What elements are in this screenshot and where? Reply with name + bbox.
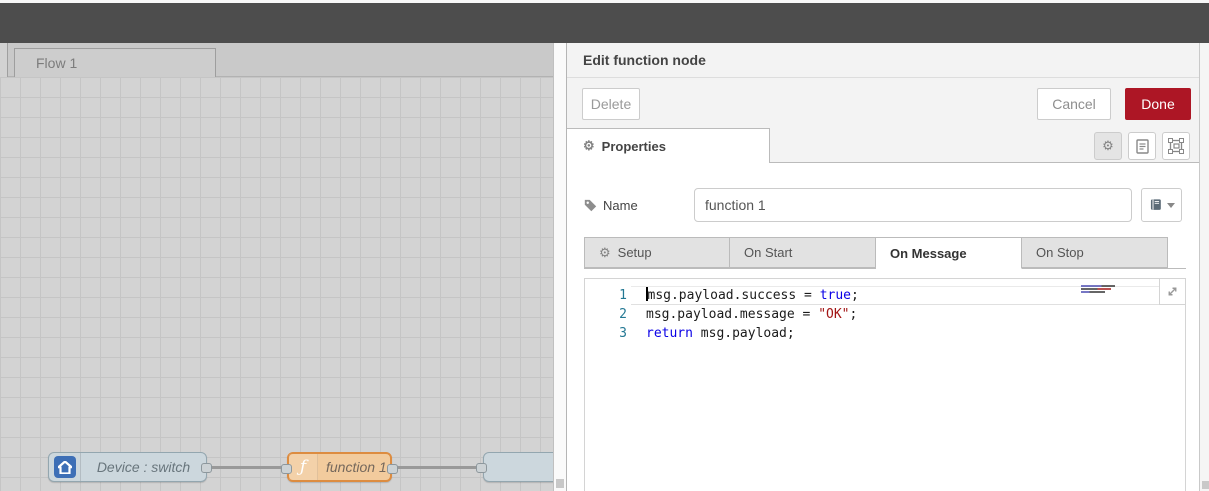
- line-number: 2: [619, 307, 627, 322]
- code-line[interactable]: 3 return msg.payload;: [585, 324, 1185, 343]
- app-header-bar: [0, 3, 1209, 43]
- flow-canvas[interactable]: Device : switch ƒ function 1 respon: [0, 77, 553, 491]
- document-icon: [1135, 138, 1149, 154]
- description-view-button[interactable]: [1128, 132, 1156, 160]
- label-options-button[interactable]: [1141, 188, 1182, 222]
- code-text: return msg.payload;: [646, 326, 795, 341]
- canvas-scrollbar[interactable]: [553, 43, 566, 491]
- node-function-1[interactable]: ƒ function 1: [281, 452, 398, 482]
- name-input[interactable]: [694, 188, 1132, 222]
- editor-tab-row: ⚙ Properties ⚙: [567, 128, 1209, 163]
- tab-on-start[interactable]: On Start: [730, 237, 876, 268]
- cancel-button[interactable]: Cancel: [1037, 88, 1111, 120]
- tab-on-message[interactable]: On Message: [876, 237, 1022, 269]
- gear-icon: ⚙: [583, 138, 595, 153]
- name-label: Name: [584, 188, 638, 222]
- expand-icon: [1168, 287, 1177, 296]
- expand-editor-button[interactable]: [1159, 279, 1185, 305]
- flow-tab-label: Flow 1: [36, 55, 78, 71]
- tray-title: Edit function node: [567, 43, 1209, 78]
- output-port[interactable]: [387, 464, 398, 474]
- node-device-switch[interactable]: Device : switch: [48, 452, 212, 482]
- tray-body: Name ⚙ Setup On Start On Message: [567, 163, 1199, 491]
- wire-device-to-function[interactable]: [210, 466, 289, 469]
- palette-edge: [0, 43, 8, 77]
- input-port[interactable]: [476, 463, 487, 473]
- code-text: msg.payload.message = "OK";: [646, 307, 858, 322]
- book-icon: [1150, 199, 1161, 210]
- function-tabs: ⚙ Setup On Start On Message On Stop: [584, 237, 1186, 269]
- tag-icon: [584, 199, 597, 211]
- canvas-scrollbar-thumb[interactable]: [556, 479, 564, 488]
- gear-icon: ⚙: [1102, 138, 1114, 153]
- name-row: Name: [567, 188, 1199, 222]
- node-label: Device : switch: [96, 459, 191, 475]
- line-number: 3: [619, 326, 627, 341]
- delete-button[interactable]: Delete: [582, 88, 640, 120]
- function-icon-box: ƒ: [289, 454, 318, 480]
- input-port[interactable]: [281, 464, 292, 474]
- code-line[interactable]: 2 msg.payload.message = "OK";: [585, 305, 1185, 324]
- tray-scrollbar-thumb[interactable]: [1202, 481, 1209, 489]
- output-port[interactable]: [201, 463, 212, 473]
- done-button[interactable]: Done: [1125, 88, 1191, 120]
- appearance-view-button[interactable]: [1162, 132, 1190, 160]
- editor-minimap[interactable]: [1081, 285, 1117, 299]
- line-number: 1: [619, 288, 627, 303]
- node-label: respon: [484, 453, 553, 481]
- node-response[interactable]: respon: [476, 452, 553, 482]
- tab-on-stop[interactable]: On Stop: [1022, 237, 1168, 268]
- tray-scrollbar[interactable]: [1199, 43, 1209, 491]
- function-f-icon: ƒ: [299, 456, 307, 477]
- tray-toolbar: Delete Cancel Done: [567, 78, 1209, 128]
- node-label: function 1: [326, 459, 387, 475]
- gear-icon: ⚙: [599, 244, 611, 260]
- node-red-app: Flow 1 Device : switch ƒ function 1 Edit…: [0, 0, 1209, 491]
- properties-view-button[interactable]: ⚙: [1094, 132, 1122, 160]
- properties-tab-label: Properties: [601, 138, 666, 154]
- tab-setup[interactable]: ⚙ Setup: [584, 237, 730, 268]
- flow-tabbar: Flow 1: [0, 43, 553, 77]
- tab-properties[interactable]: ⚙ Properties: [567, 128, 770, 163]
- wire-function-to-response[interactable]: [395, 466, 479, 469]
- flow-workspace[interactable]: Flow 1 Device : switch ƒ function 1: [0, 43, 553, 491]
- device-icon-box: [49, 453, 81, 481]
- appearance-icon: [1168, 138, 1184, 154]
- home-icon: [53, 456, 76, 478]
- flow-tab[interactable]: Flow 1: [14, 48, 216, 77]
- code-editor[interactable]: 1 msg.payload.success = true; 2 msg.payload…: [584, 278, 1186, 491]
- chevron-down-icon: [1166, 202, 1175, 208]
- edit-tray: Edit function node Delete Cancel Done ⚙ …: [566, 43, 1209, 491]
